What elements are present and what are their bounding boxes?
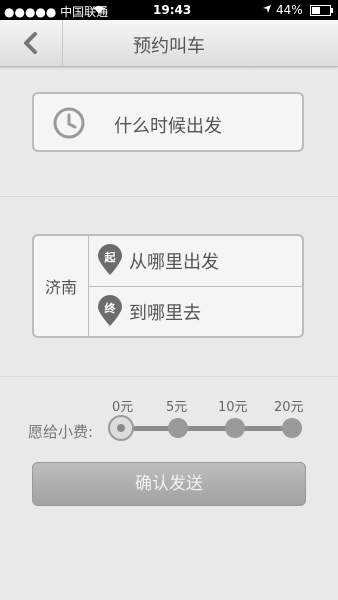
tip-option-20-knob[interactable] bbox=[282, 418, 302, 438]
chevron-left-icon bbox=[24, 32, 37, 54]
destination-pin-icon: 终 bbox=[97, 295, 123, 327]
clock-icon bbox=[53, 107, 85, 139]
tip-slider-track[interactable] bbox=[120, 426, 292, 431]
back-button[interactable] bbox=[0, 20, 63, 66]
tip-option-label: 20元 bbox=[274, 400, 304, 415]
city-selector[interactable]: 济南 bbox=[34, 236, 89, 336]
location-icon bbox=[262, 3, 272, 17]
origin-pin-icon: 起 bbox=[97, 244, 123, 276]
wifi-icon bbox=[92, 3, 106, 18]
status-bar: ●●●●● 中国联通 19:43 44% bbox=[0, 0, 338, 20]
destination-pin-char: 终 bbox=[104, 302, 116, 315]
battery-label: 44% bbox=[276, 3, 303, 17]
route-panel: 济南 起 从哪里出发 终 到哪里去 bbox=[32, 234, 304, 338]
tip-option-label: 0元 bbox=[112, 400, 134, 415]
origin-pin-char: 起 bbox=[104, 251, 116, 264]
navigation-bar: 预约叫车 bbox=[0, 20, 338, 67]
origin-field[interactable]: 起 从哪里出发 bbox=[89, 236, 304, 287]
tip-slider-handle[interactable] bbox=[108, 415, 134, 441]
section-divider bbox=[0, 196, 338, 197]
tip-option-10-knob[interactable] bbox=[225, 418, 245, 438]
tip-label: 愿给小费: bbox=[28, 423, 94, 441]
destination-field[interactable]: 终 到哪里去 bbox=[89, 287, 304, 337]
tip-option-5-knob[interactable] bbox=[168, 418, 188, 438]
section-divider bbox=[0, 376, 338, 377]
tip-option-label: 5元 bbox=[166, 400, 188, 415]
tip-option-label: 10元 bbox=[218, 400, 248, 415]
departure-time-selector[interactable]: 什么时候出发 bbox=[32, 92, 304, 152]
origin-label: 从哪里出发 bbox=[129, 252, 219, 273]
confirm-send-button[interactable]: 确认发送 bbox=[32, 462, 306, 506]
page-title: 预约叫车 bbox=[133, 36, 205, 57]
battery-icon bbox=[310, 5, 334, 19]
departure-time-label: 什么时候出发 bbox=[114, 116, 222, 137]
destination-label: 到哪里去 bbox=[129, 303, 201, 324]
status-time: 19:43 bbox=[153, 3, 192, 17]
